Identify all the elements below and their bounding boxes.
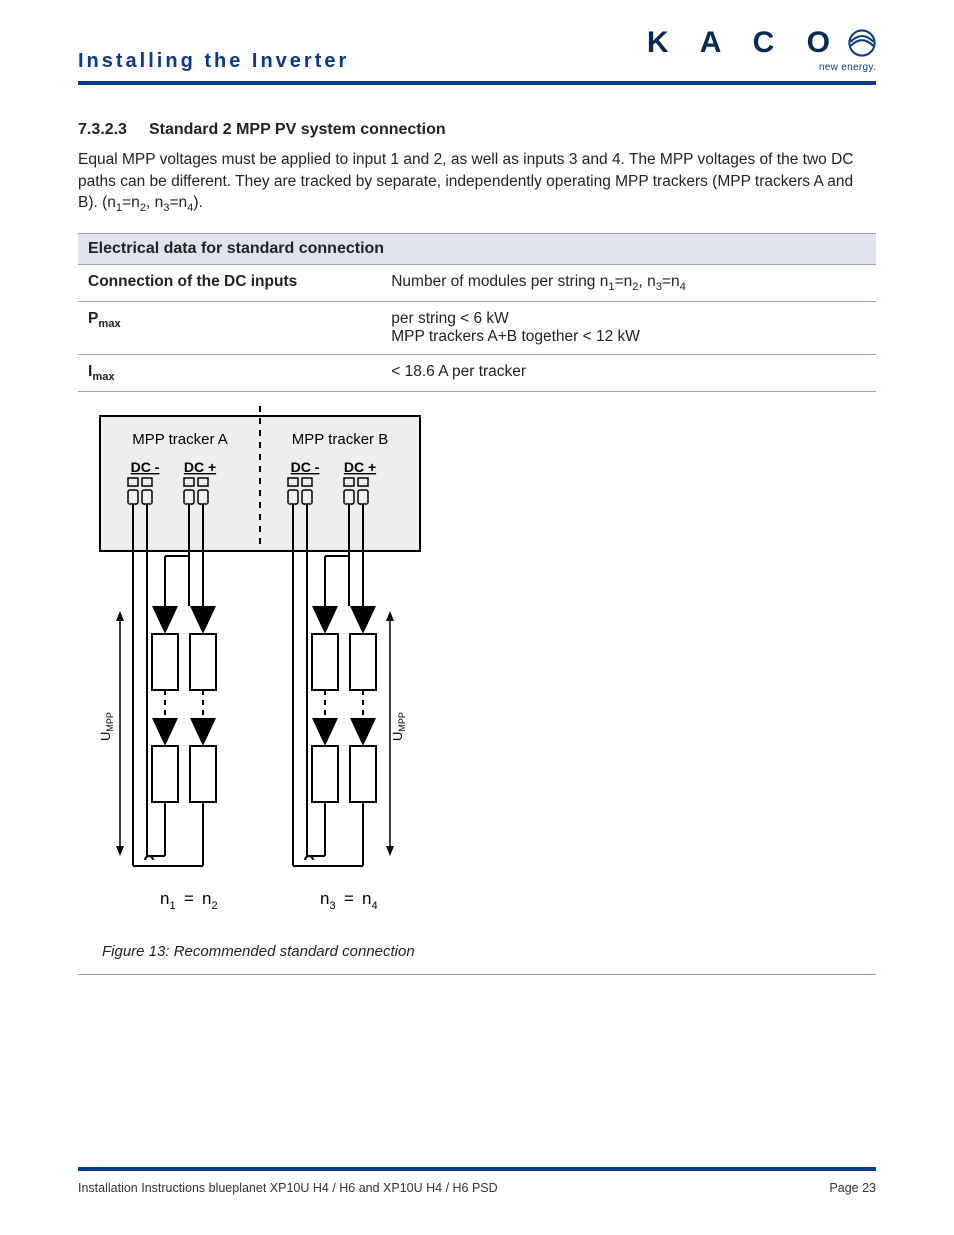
table-row: Connection of the DC inputs Number of mo… [78, 265, 876, 302]
intro-paragraph: Equal MPP voltages must be applied to in… [78, 149, 876, 217]
page-footer: Installation Instructions blueplanet XP1… [78, 1167, 876, 1195]
pv-string-icon [312, 606, 338, 802]
cell-value: per string < 6 kW MPP trackers A+B toget… [381, 302, 876, 355]
svg-text:UMPP: UMPP [98, 712, 115, 741]
dc-plus-label: DC + [184, 459, 216, 475]
dc-minus-label: DC - [131, 459, 160, 475]
dc-minus-label: DC - [291, 459, 320, 475]
section-number: 7.3.2.3 [78, 121, 127, 139]
tracker-b-label: MPP tracker B [292, 431, 388, 448]
table-row: Imax < 18.6 A per tracker [78, 355, 876, 392]
brand-name: K A C O [647, 26, 842, 60]
umpp-label: UMPP [386, 611, 407, 856]
figure-caption: Figure 13: Recommended standard connecti… [102, 943, 876, 960]
svg-text:UMPP: UMPP [390, 712, 407, 741]
svg-text:n2: n2 [202, 889, 218, 912]
pv-string-icon [190, 606, 216, 802]
string-equality-label: n1 = n2 n3 = n4 [160, 889, 378, 912]
umpp-label: UMPP [98, 611, 124, 856]
connection-diagram: MPP tracker A MPP tracker B DC - DC + DC… [90, 406, 876, 931]
table-title: Electrical data for standard connection [78, 234, 876, 265]
electrical-data-table: Electrical data for standard connection … [78, 233, 876, 392]
section-heading: 7.3.2.3 Standard 2 MPP PV system connect… [78, 121, 876, 139]
cell-label: Pmax [78, 302, 381, 355]
svg-text:n1: n1 [160, 889, 176, 912]
footer-right: Page 23 [829, 1181, 876, 1195]
figure-block: MPP tracker A MPP tracker B DC - DC + DC… [78, 406, 876, 975]
brand-logo: K A C O new energy. [647, 26, 876, 73]
cell-label: Imax [78, 355, 381, 392]
svg-text:=: = [184, 889, 194, 908]
pv-string-icon [350, 606, 376, 802]
footer-left: Installation Instructions blueplanet XP1… [78, 1181, 498, 1195]
cell-label: Connection of the DC inputs [78, 265, 381, 302]
dc-plus-label: DC + [344, 459, 376, 475]
brand-subtitle: new energy. [647, 62, 876, 73]
svg-text:n4: n4 [362, 889, 378, 912]
svg-text:=: = [344, 889, 354, 908]
cell-value: Number of modules per string n1=n2, n3=n… [381, 265, 876, 302]
table-row: Pmax per string < 6 kW MPP trackers A+B … [78, 302, 876, 355]
cell-value: < 18.6 A per tracker [381, 355, 876, 392]
header-title: Installing the Inverter [78, 50, 349, 73]
swoosh-icon [848, 29, 876, 57]
pv-string-icon [152, 606, 178, 802]
section-title: Standard 2 MPP PV system connection [149, 121, 446, 139]
svg-text:n3: n3 [320, 889, 336, 912]
page-header: Installing the Inverter K A C O new ener… [78, 26, 876, 85]
tracker-a-label: MPP tracker A [132, 431, 228, 448]
